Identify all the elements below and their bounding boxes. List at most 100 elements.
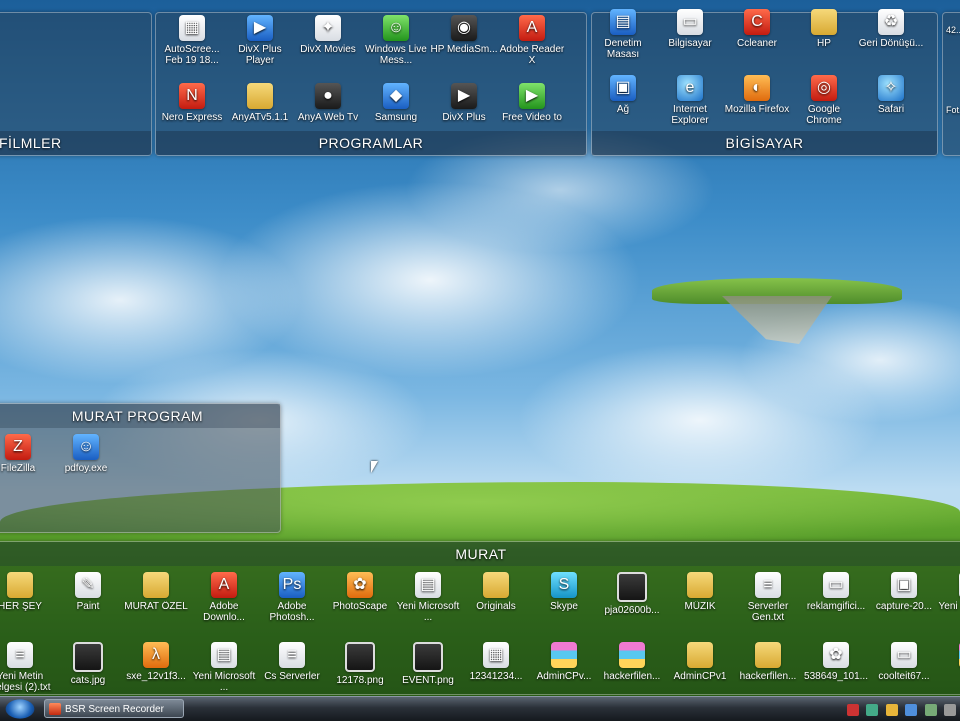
desktop-shortcut[interactable]: ▣ Ağ	[588, 75, 658, 115]
fence-programlar[interactable]: ▦ AutoScree... Feb 19 18... ▶ DivX Plus Pla…	[155, 12, 587, 156]
archive-icon	[619, 642, 645, 668]
desktop-shortcut[interactable]: MURAT ÖZEL	[121, 572, 191, 612]
desktop-shortcut[interactable]: ≡ Cs Serverler	[257, 642, 327, 682]
calendar-icon: ▦	[179, 15, 205, 41]
fence-title-programlar: PROGRAMLAR	[156, 131, 586, 155]
desktop-shortcut[interactable]: ◉ HP MediaSm...	[429, 15, 499, 55]
desktop-shortcut[interactable]: pja02600b...	[597, 572, 667, 616]
fence-filmler[interactable]: FİLMLER	[0, 12, 152, 156]
fence-edge[interactable]: 42... Fot...	[942, 12, 960, 156]
desktop-shortcut[interactable]: ▶ Free Video to	[497, 83, 567, 123]
tray-volume-icon[interactable]	[866, 703, 879, 716]
desktop-shortcut[interactable]: ▦ 12341234...	[461, 642, 531, 682]
desktop-shortcut[interactable]: ▤ Yeni Microsoft ...	[393, 572, 463, 623]
tray-chat-icon[interactable]	[944, 703, 956, 716]
ccleaner-icon: C	[744, 9, 770, 35]
image-icon	[617, 572, 647, 602]
desktop-shortcut[interactable]: ▭ coolteit67...	[869, 642, 939, 682]
desktop-shortcut[interactable]: ▶ DivX Plus Player	[225, 15, 295, 66]
desktop-shortcut[interactable]: EVENT.png	[393, 642, 463, 686]
tv-icon: ●	[315, 83, 341, 109]
desktop-shortcut[interactable]: ◐ Mozilla Firefox	[722, 75, 792, 115]
desktop-shortcut[interactable]: Originals	[461, 572, 531, 612]
desktop-shortcut[interactable]: ◎ Google Chrome	[789, 75, 859, 126]
desktop-shortcut[interactable]: ▣ capture-20...	[869, 572, 939, 612]
desktop-shortcut[interactable]: HER ŞEY	[0, 572, 55, 612]
fence-murat-program[interactable]: MURAT PROGRAM Z FileZilla ☺ pdfoy.exe	[0, 403, 281, 533]
shortcut-label: Yeni Metin Belgesi (2).txt	[0, 671, 51, 693]
shortcut-label: sxe_12v1f3...	[126, 671, 186, 682]
messenger-icon: ☺	[383, 15, 409, 41]
control-panel-icon: ▤	[610, 9, 636, 35]
shortcut-label: HER ŞEY	[0, 601, 42, 612]
desktop-shortcut[interactable]: ▤ Denetim Masası	[588, 9, 658, 60]
desktop-shortcut[interactable]: AdminCPv1	[665, 642, 735, 682]
desktop-shortcut[interactable]: C Ccleaner	[722, 9, 792, 49]
fence-bilgisayar[interactable]: ▤ Denetim Masası ▭ Bilgisayar C Ccleaner HP ♻ Ge…	[588, 9, 938, 156]
desktop-shortcut[interactable]: ▦ AutoScree... Feb 19 18...	[157, 15, 227, 66]
desktop-shortcut[interactable]: ▤Yeni M... Belge	[937, 572, 960, 612]
floating-island	[652, 270, 902, 350]
desktop-shortcut[interactable]: A Adobe Downlo...	[189, 572, 259, 623]
text-file-icon: ≡	[755, 572, 781, 598]
tray-network-icon[interactable]	[846, 703, 859, 716]
desktop-shortcut[interactable]: cats.jpg	[53, 642, 123, 686]
desktop-shortcut[interactable]: HP	[789, 9, 859, 49]
shortcut-label: pdfoy.exe	[64, 463, 108, 474]
shortcut-label: coolteit67...	[878, 671, 930, 682]
desktop-shortcut[interactable]: ◆ Samsung	[361, 83, 431, 123]
desktop-shortcut[interactable]: hackerfilen...	[597, 642, 667, 682]
nero-icon: N	[179, 83, 205, 109]
desktop-shortcut[interactable]: MÜZİK	[665, 572, 735, 612]
start-button[interactable]	[5, 699, 35, 719]
desktop-shortcut[interactable]: hackerfilen...	[733, 642, 803, 682]
desktop-shortcut[interactable]: λ sxe_12v1f3...	[121, 642, 191, 682]
taskbar-button-screen-recorder[interactable]: BSR Screen Recorder	[44, 699, 184, 718]
desktop-shortcut[interactable]: ▶ DivX Plus	[429, 83, 499, 123]
desktop-shortcut[interactable]: ☺ Windows Live Mess...	[361, 15, 431, 66]
desktop-shortcut[interactable]	[937, 642, 960, 671]
desktop-shortcut[interactable]: A Adobe Reader X	[497, 15, 567, 66]
desktop-shortcut[interactable]: Ps Adobe Photosh...	[257, 572, 327, 623]
desktop-shortcut[interactable]: ✿ 538649_101...	[801, 642, 871, 682]
desktop-shortcut[interactable]: ● AnyA Web Tv	[293, 83, 363, 123]
gif-icon: ▭	[891, 642, 917, 668]
shortcut-label: DivX Movies	[300, 44, 356, 55]
desktop-shortcut[interactable]: ✎ Paint	[53, 572, 123, 612]
tray-app-icon[interactable]	[905, 703, 918, 716]
system-tray	[844, 701, 956, 717]
desktop-shortcut[interactable]: Z FileZilla	[0, 434, 53, 474]
desktop-shortcut[interactable]: ✧ Safari	[856, 75, 926, 115]
shortcut-label: DivX Plus Player	[238, 44, 282, 66]
media-icon: ◉	[451, 15, 477, 41]
tray-power-icon[interactable]	[924, 703, 937, 716]
shortcut-label: reklamgifici...	[806, 601, 866, 612]
desktop-shortcut[interactable]: ♻ Geri Dönüşü...	[856, 9, 926, 49]
desktop-shortcut[interactable]: S Skype	[529, 572, 599, 612]
desktop-shortcut[interactable]: ✿ PhotoScape	[325, 572, 395, 612]
shortcut-label: MÜZİK	[684, 601, 716, 612]
desktop-shortcut[interactable]: ≡ Yeni Metin Belgesi (2).txt	[0, 642, 55, 693]
shortcut-label: pja02600b...	[604, 605, 660, 616]
desktop-shortcut[interactable]: ≡ Serverler Gen.txt	[733, 572, 803, 623]
desktop-shortcut[interactable]: N Nero Express	[157, 83, 227, 123]
folder-icon	[7, 572, 33, 598]
desktop-shortcut[interactable]: ▭ reklamgifici...	[801, 572, 871, 612]
shortcut-label: Serverler Gen.txt	[747, 601, 789, 623]
fence-title-filmler: FİLMLER	[0, 131, 151, 155]
desktop-shortcut[interactable]: 12178.png	[325, 642, 395, 686]
adobe-download-icon: A	[211, 572, 237, 598]
desktop-shortcut[interactable]: ▤ Yeni Microsoft ...	[189, 642, 259, 693]
desktop-shortcut[interactable]: AdminCPv...	[529, 642, 599, 682]
desktop-shortcut[interactable]: ✦ DivX Movies	[293, 15, 363, 55]
fence-edge-top-label: 42...	[946, 25, 960, 35]
desktop-shortcut[interactable]: ▭ Bilgisayar	[655, 9, 725, 49]
desktop-shortcut[interactable]: AnyATv5.1.1	[225, 83, 295, 123]
tray-shield-icon[interactable]	[885, 703, 898, 716]
desktop-shortcut[interactable]: ☺ pdfoy.exe	[51, 434, 121, 474]
shortcut-label: Yeni M... Belge	[938, 601, 960, 612]
desktop-shortcut[interactable]: e Internet Explorer	[655, 75, 725, 126]
shortcut-label: Bilgisayar	[668, 38, 712, 49]
shortcut-label: capture-20...	[875, 601, 933, 612]
fence-murat[interactable]: MURAT HER ŞEY ✎ Paint MURAT ÖZEL A Adobe Down…	[0, 541, 960, 695]
